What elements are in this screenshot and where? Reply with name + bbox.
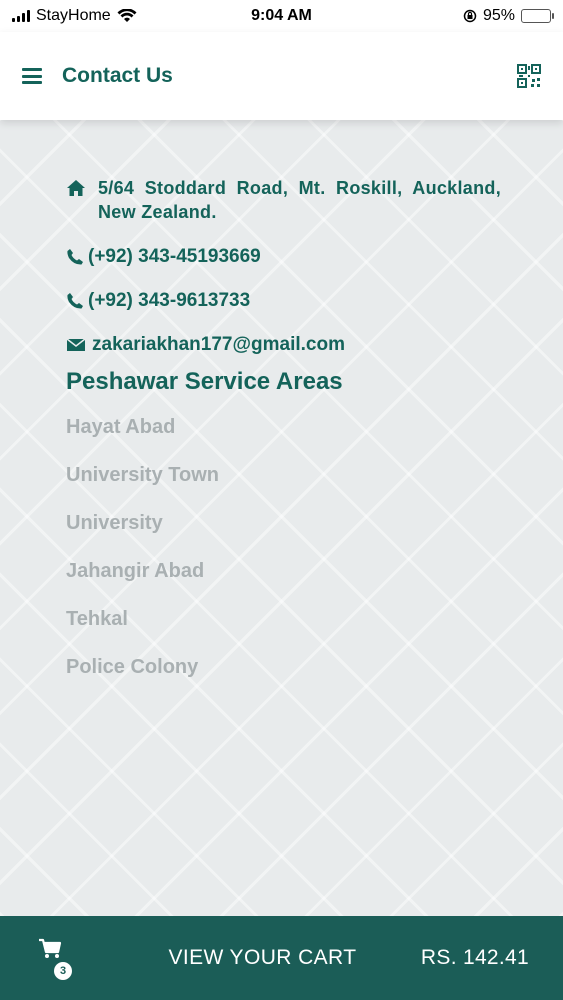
address-row: 5/64 Stoddard Road, Mt. Roskill, Aucklan… — [66, 176, 501, 224]
wifi-icon — [117, 9, 137, 22]
service-area-item: Jahangir Abad — [66, 560, 205, 582]
phone-number-1: (+92) 343-45193669 — [88, 246, 261, 267]
app-header: Contact Us — [0, 32, 563, 120]
email-row[interactable]: zakariakhan177@gmail.com — [66, 334, 501, 356]
service-area-list: Hayat Abad University Town University Ja… — [66, 410, 501, 698]
view-cart-bar[interactable]: 3 VIEW YOUR CART RS. 142.41 — [0, 916, 563, 1000]
carrier-name: StayHome — [36, 7, 111, 24]
service-area-item: Police Colony — [66, 656, 199, 678]
phone-icon — [67, 249, 83, 265]
cart-icon — [39, 938, 62, 958]
contact-content: 5/64 Stoddard Road, Mt. Roskill, Aucklan… — [0, 120, 563, 916]
battery-percent: 95% — [482, 7, 515, 24]
phone-number-2: (+92) 343-9613733 — [88, 290, 251, 311]
battery-icon — [521, 9, 554, 23]
page-title: Contact Us — [62, 64, 173, 87]
status-right: 95% — [351, 7, 554, 25]
service-area-item: Hayat Abad — [66, 416, 176, 438]
status-left: StayHome — [12, 7, 212, 25]
hamburger-menu-icon[interactable] — [22, 68, 42, 84]
service-area-item: University Town — [66, 464, 219, 486]
envelope-icon — [66, 338, 86, 351]
status-bar: StayHome 9:04 AM 95% — [0, 0, 563, 32]
cart-icon-wrap: 3 — [38, 938, 78, 980]
orientation-lock-icon — [463, 9, 477, 23]
view-cart-label: VIEW YOUR CART — [168, 946, 357, 969]
cart-count-badge: 3 — [54, 962, 72, 980]
home-icon — [67, 180, 85, 196]
phone-row-2[interactable]: (+92) 343-9613733 — [66, 290, 501, 312]
status-time: 9:04 AM — [251, 7, 312, 24]
service-areas-title: Peshawar Service Areas — [66, 368, 343, 395]
service-area-item: Tehkal — [66, 608, 128, 630]
phone-icon — [67, 293, 83, 309]
signal-icon — [12, 10, 30, 22]
address-text: 5/64 Stoddard Road, Mt. Roskill, Aucklan… — [98, 178, 501, 222]
cart-total: RS. 142.41 — [420, 946, 529, 969]
email-address: zakariakhan177@gmail.com — [92, 334, 345, 355]
service-area-item: University — [66, 512, 163, 534]
phone-row-1[interactable]: (+92) 343-45193669 — [66, 246, 501, 268]
qr-code-icon[interactable] — [517, 64, 541, 88]
